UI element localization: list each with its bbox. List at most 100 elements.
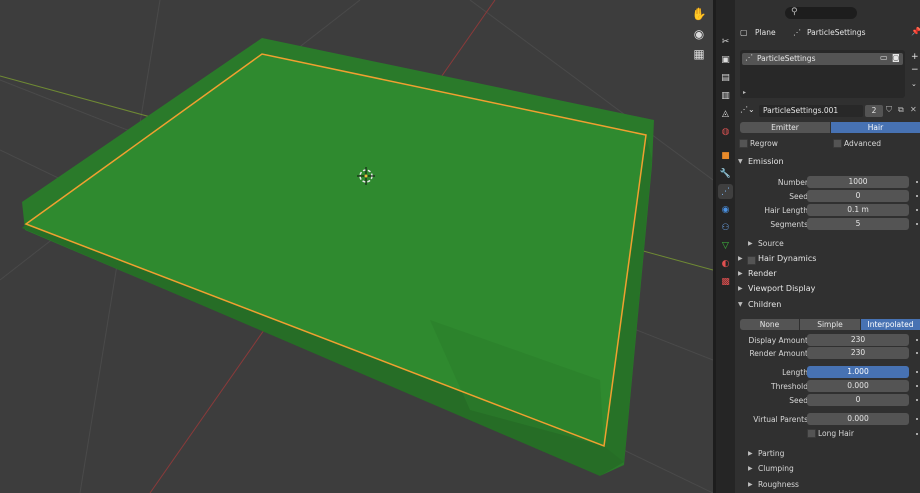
length-field[interactable]: 1.000	[807, 366, 909, 378]
seed-field[interactable]: 0	[807, 190, 909, 202]
chevron-right-icon: ▶	[738, 255, 743, 262]
display-amount-row: Display Amount 230	[735, 334, 920, 348]
children-simple[interactable]: Simple	[800, 319, 860, 330]
children-seed-field[interactable]: 0	[807, 394, 909, 406]
modifier-icon[interactable]: 🔧	[718, 166, 733, 181]
close-icon[interactable]: ✕	[910, 105, 917, 114]
advanced-checkbox[interactable]	[833, 139, 842, 148]
add-icon[interactable]: +	[911, 52, 919, 62]
list-item[interactable]: ⋰ ParticleSettings ▭ ◙	[742, 53, 903, 65]
subpanel-roughness[interactable]: ▶ Roughness	[745, 479, 915, 493]
object-icon[interactable]: ■	[718, 148, 733, 163]
threshold-field[interactable]: 0.000	[807, 380, 909, 392]
datablock-name-field[interactable]: ParticleSettings.001	[759, 105, 863, 117]
long-hair-checkbox[interactable]	[807, 429, 816, 438]
tab-emitter[interactable]: Emitter	[740, 122, 830, 133]
panel-viewport-display[interactable]: ▶ Viewport Display	[735, 283, 920, 297]
chevron-down-icon: ▼	[738, 158, 743, 165]
threshold-row: Threshold 0.000	[735, 380, 920, 394]
keyframe-dot-icon[interactable]	[916, 223, 918, 225]
render-icon[interactable]: ◙	[892, 53, 900, 62]
keyframe-dot-icon[interactable]	[916, 339, 918, 341]
long-hair-label: Long Hair	[818, 429, 854, 438]
children-interpolated[interactable]: Interpolated	[861, 319, 920, 330]
keyframe-dot-icon[interactable]	[916, 433, 918, 435]
camera-icon[interactable]: ◉	[690, 25, 708, 43]
texture-icon[interactable]: ▩	[718, 274, 733, 289]
keyframe-dot-icon[interactable]	[916, 195, 918, 197]
breadcrumb: ▢ Plane ⋰ ParticleSettings 📌	[740, 27, 920, 37]
length-row: Length 1.000	[735, 366, 920, 380]
number-field[interactable]: 1000	[807, 176, 909, 188]
keyframe-dot-icon[interactable]	[916, 385, 918, 387]
panel-emission[interactable]: ▼ Emission	[735, 156, 920, 170]
chevron-down-icon: ▼	[738, 301, 743, 308]
number-row: Number 1000	[735, 176, 920, 190]
tab-hair[interactable]: Hair	[831, 122, 920, 133]
3d-viewport[interactable]: ✋ ◉ ▦	[0, 0, 713, 493]
render-amount-field[interactable]: 230	[807, 347, 909, 359]
subpanel-clumping[interactable]: ▶ Clumping	[745, 463, 915, 477]
pin-icon[interactable]: 📌	[911, 27, 920, 36]
constraints-icon[interactable]: ⚇	[718, 220, 733, 235]
virtual-parents-row: Virtual Parents 0.000	[735, 413, 920, 427]
remove-icon[interactable]: −	[911, 65, 919, 75]
material-icon[interactable]: ◐	[718, 256, 733, 271]
virtual-parents-field[interactable]: 0.000	[807, 413, 909, 425]
render-amount-row: Render Amount 230	[735, 347, 920, 361]
seed-row: Seed 0	[735, 190, 920, 204]
user-count[interactable]: 2	[865, 105, 883, 117]
segments-row: Segments 5	[735, 218, 920, 232]
segments-field[interactable]: 5	[807, 218, 909, 230]
view-layer-icon[interactable]: ▥	[718, 88, 733, 103]
grid-icon[interactable]: ▦	[690, 45, 708, 63]
subpanel-parting[interactable]: ▶ Parting	[745, 448, 915, 462]
render-icon[interactable]: ▣	[718, 52, 733, 67]
keyframe-dot-icon[interactable]	[916, 352, 918, 354]
chevron-right-icon: ▶	[748, 465, 753, 472]
output-icon[interactable]: ▤	[718, 70, 733, 85]
hair-length-field[interactable]: 0.1 m	[807, 204, 909, 216]
keyframe-dot-icon[interactable]	[916, 418, 918, 420]
screen-icon[interactable]: ▭	[880, 53, 888, 62]
display-amount-field[interactable]: 230	[807, 334, 909, 346]
regrow-label: Regrow	[750, 139, 778, 148]
hair-dynamics-checkbox[interactable]	[747, 256, 756, 265]
viewport-scene	[0, 0, 713, 493]
fake-user-icon[interactable]: ⛉	[886, 105, 892, 115]
keyframe-dot-icon[interactable]	[916, 209, 918, 211]
world-icon[interactable]: ◍	[718, 124, 733, 139]
particles-icon: ⋰	[745, 53, 753, 62]
chevron-right-icon: ▶	[748, 481, 753, 488]
panel-hair-dynamics[interactable]: ▶ Hair Dynamics	[735, 253, 920, 267]
advanced-label: Advanced	[844, 139, 882, 148]
expand-icon[interactable]: ▸	[743, 89, 746, 96]
chevron-down-icon[interactable]: ⌄	[911, 80, 917, 88]
datablock-selector: ⋰⌄ ParticleSettings.001 2 ⛉ ⧉ ✕	[738, 104, 920, 118]
subpanel-source[interactable]: ▶ Source	[745, 238, 915, 252]
duplicate-icon[interactable]: ⧉	[898, 105, 904, 115]
properties-tab-bar: ✂ ▣ ▤ ▥ ◬ ◍ ■ 🔧 ⋰ ◉ ⚇ ▽ ◐ ▩	[716, 0, 735, 493]
physics-icon[interactable]: ◉	[718, 202, 733, 217]
chevron-right-icon: ▶	[738, 285, 743, 292]
panel-children[interactable]: ▼ Children	[735, 299, 920, 313]
data-icon[interactable]: ▽	[718, 238, 733, 253]
scene-icon[interactable]: ◬	[718, 106, 733, 121]
children-seed-row: Seed 0	[735, 394, 920, 408]
particles-icon[interactable]: ⋰⌄	[740, 105, 755, 114]
keyframe-dot-icon[interactable]	[916, 181, 918, 183]
tool-icon[interactable]: ✂	[718, 34, 733, 49]
children-none[interactable]: None	[740, 319, 799, 330]
particles-icon[interactable]: ⋰	[718, 184, 733, 199]
hand-icon[interactable]: ✋	[690, 5, 708, 23]
panel-render[interactable]: ▶ Render	[735, 268, 920, 282]
search-input[interactable]: ⚲	[785, 7, 857, 19]
chevron-right-icon: ▶	[748, 450, 753, 457]
hair-length-row: Hair Length 0.1 m	[735, 204, 920, 218]
regrow-checkbox[interactable]	[739, 139, 748, 148]
particle-system-list[interactable]: ⋰ ParticleSettings ▭ ◙ ▸	[740, 50, 905, 98]
chevron-right-icon: ▶	[738, 270, 743, 277]
keyframe-dot-icon[interactable]	[916, 371, 918, 373]
keyframe-dot-icon[interactable]	[916, 399, 918, 401]
chevron-right-icon: ▶	[748, 240, 753, 247]
